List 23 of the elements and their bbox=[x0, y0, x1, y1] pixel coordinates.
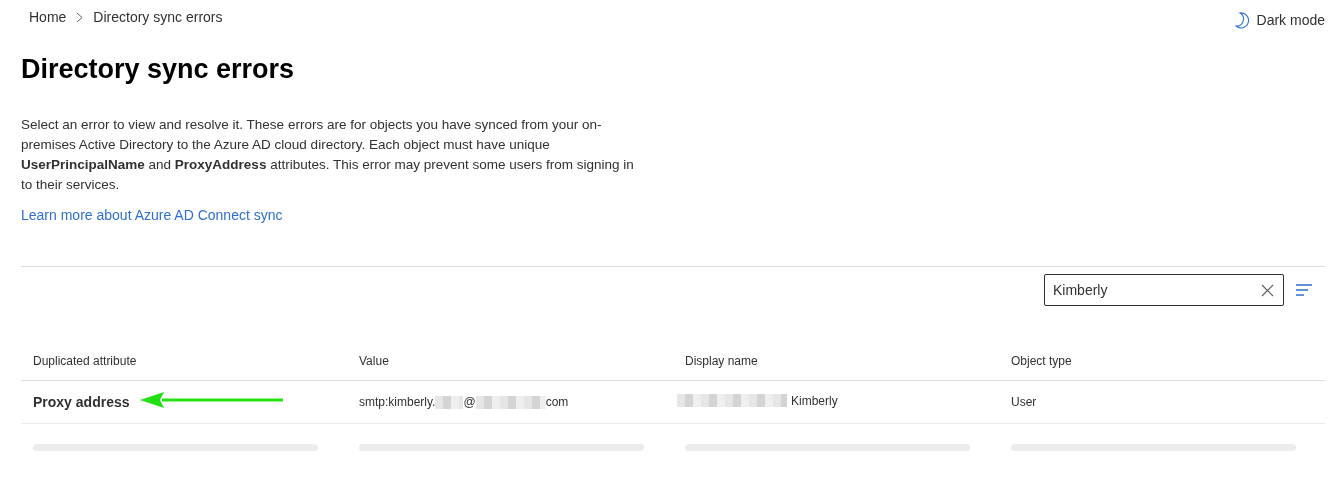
breadcrumb-item[interactable]: Home bbox=[29, 9, 67, 25]
description: Select an error to view and resolve it. These errors are for objects you have synced from your on-premises Active Directory to the Azure AD cloud directory. Each object must have unique UserPrincipalName and ProxyAddress attributes. This error may prevent some users from signing in to their services. bbox=[21, 116, 635, 194]
table-cell: smtp:kimberly. bbox=[359, 395, 436, 409]
column-header[interactable]: Object type bbox=[999, 344, 1325, 381]
table-cell: Proxy address bbox=[33, 394, 130, 410]
moon-icon bbox=[1234, 11, 1251, 29]
close-icon[interactable] bbox=[1261, 284, 1274, 297]
redaction-block bbox=[475, 395, 546, 409]
table-cell: com bbox=[545, 395, 569, 409]
filter-icon[interactable] bbox=[1296, 284, 1313, 296]
chevron-icon bbox=[76, 11, 84, 23]
table-cell: Kimberly bbox=[791, 393, 838, 408]
column-header[interactable]: Value bbox=[347, 344, 673, 381]
column-header[interactable]: Duplicated attribute bbox=[21, 344, 347, 381]
page-title: Directory sync errors bbox=[21, 54, 296, 85]
learn-more-link[interactable]: Learn more about Azure AD Connect sync bbox=[21, 207, 283, 223]
dark-mode-button[interactable]: Dark mode bbox=[1234, 11, 1325, 29]
redaction-block bbox=[435, 395, 464, 409]
search-field[interactable]: Kimberly bbox=[1044, 274, 1284, 306]
table-cell: User bbox=[1011, 395, 1037, 409]
column-header[interactable]: Display name bbox=[673, 344, 999, 381]
breadcrumb-item[interactable]: Directory sync errors bbox=[93, 9, 223, 25]
table-cell: @ bbox=[463, 395, 476, 409]
